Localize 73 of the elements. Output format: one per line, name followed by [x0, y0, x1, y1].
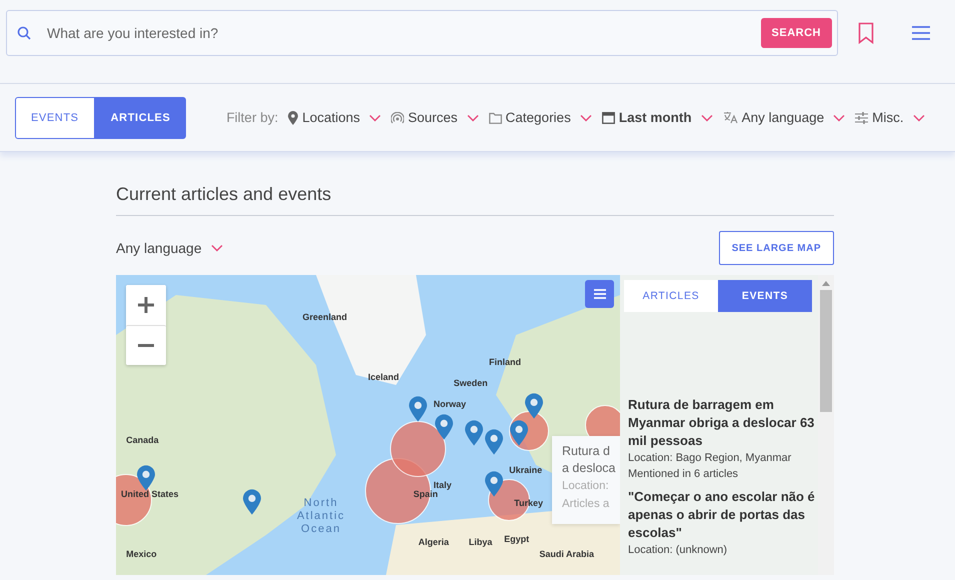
caret-icon[interactable] [369, 114, 381, 122]
mode-tab[interactable]: ARTICLES [94, 96, 186, 138]
map-label: Finland [488, 357, 521, 367]
caret-icon[interactable] [466, 114, 479, 122]
map-label: Sweden [454, 378, 488, 388]
caret-icon[interactable] [833, 114, 846, 122]
map-pin-icon[interactable] [525, 393, 544, 419]
map-pin-icon[interactable] [434, 414, 453, 440]
panel-tab[interactable]: EVENTS [718, 280, 812, 312]
minus-icon [138, 344, 154, 347]
map-label: Norway [434, 399, 466, 409]
zoom-in-button[interactable] [126, 285, 166, 325]
map-label: Egypt [504, 534, 530, 544]
event-title[interactable]: Rutura de barragem em Myanmar obriga a deslocar 63 mil pessoas [628, 396, 818, 450]
event-location: Location: (unknown) [628, 543, 728, 558]
mode-tab[interactable]: EVENTS [15, 96, 95, 138]
location-pin-icon [288, 110, 298, 124]
map-pin-icon[interactable] [464, 420, 483, 446]
filter-dropdown[interactable]: Any language [742, 110, 824, 125]
event-title[interactable]: "Começar o ano escolar não é apenas o abrir de portas das escolas" [628, 488, 818, 542]
scrollbar[interactable] [818, 275, 834, 575]
caret-icon[interactable] [912, 114, 925, 122]
folder-icon [488, 112, 502, 124]
map-label: Greenland [302, 312, 347, 322]
menu-icon [594, 289, 606, 299]
tooltip-title: Rutura d [562, 443, 611, 460]
plus-icon [137, 296, 155, 314]
menu-button[interactable] [585, 280, 614, 308]
ocean-label: North Atlantic Ocean [296, 497, 346, 536]
calendar-icon [602, 111, 615, 124]
tooltip-articles: Articles a [562, 497, 610, 512]
search-button[interactable]: SEARCH [760, 18, 832, 48]
caret-icon[interactable] [210, 244, 223, 252]
map-label: United States [121, 489, 179, 499]
filter-dropdown[interactable]: Sources [408, 110, 458, 125]
signal-icon [391, 112, 404, 124]
event-mentions: Mentioned in 6 articles [628, 467, 740, 482]
search-field[interactable]: What are you interested in? SEARCH [6, 10, 838, 56]
map-pin-icon[interactable] [409, 396, 428, 422]
search-icon [17, 26, 31, 40]
map-label: Iceland [368, 372, 400, 382]
caret-icon[interactable] [580, 114, 592, 122]
filter-dropdown[interactable]: Misc. [872, 110, 904, 125]
section-title: Current articles and events [116, 184, 834, 216]
panel-tab[interactable]: ARTICLES [624, 280, 718, 312]
menu-icon[interactable] [911, 25, 931, 41]
tooltip-title: a desloca [562, 460, 617, 477]
language-dropdown[interactable]: Any language [116, 240, 202, 256]
filter-dropdown[interactable]: Categories [506, 110, 571, 125]
sliders-icon [855, 112, 868, 124]
event-location: Location: Bago Region, Myanmar [628, 451, 792, 466]
see-large-map-button[interactable]: SEE LARGE MAP [718, 231, 834, 265]
map-label: Canada [126, 435, 159, 445]
map-label: Ukraine [509, 465, 542, 475]
map-label: Saudi Arabia [539, 549, 594, 559]
map-pin-icon[interactable] [485, 471, 503, 497]
caret-icon[interactable] [700, 114, 713, 122]
bookmark-icon[interactable] [858, 22, 874, 44]
translate-icon [722, 111, 738, 124]
filter-dropdown[interactable]: Locations [302, 110, 360, 125]
zoom-out-button[interactable] [126, 325, 166, 365]
map-pin-icon[interactable] [243, 489, 262, 515]
map-label: Mexico [126, 549, 157, 559]
filter-label: Filter by: [226, 110, 278, 125]
tooltip-location: Location: [562, 479, 610, 494]
filter-dropdown[interactable]: Last month [618, 110, 692, 125]
map-label: Algeria [418, 537, 449, 547]
map-label: Italy [434, 480, 452, 490]
scroll-up-arrow-icon[interactable] [822, 280, 830, 286]
map-pin-icon[interactable] [137, 465, 156, 491]
map-pin-icon[interactable] [485, 429, 503, 455]
map-label: Libya [468, 537, 492, 547]
map-pin-icon[interactable] [510, 420, 528, 446]
